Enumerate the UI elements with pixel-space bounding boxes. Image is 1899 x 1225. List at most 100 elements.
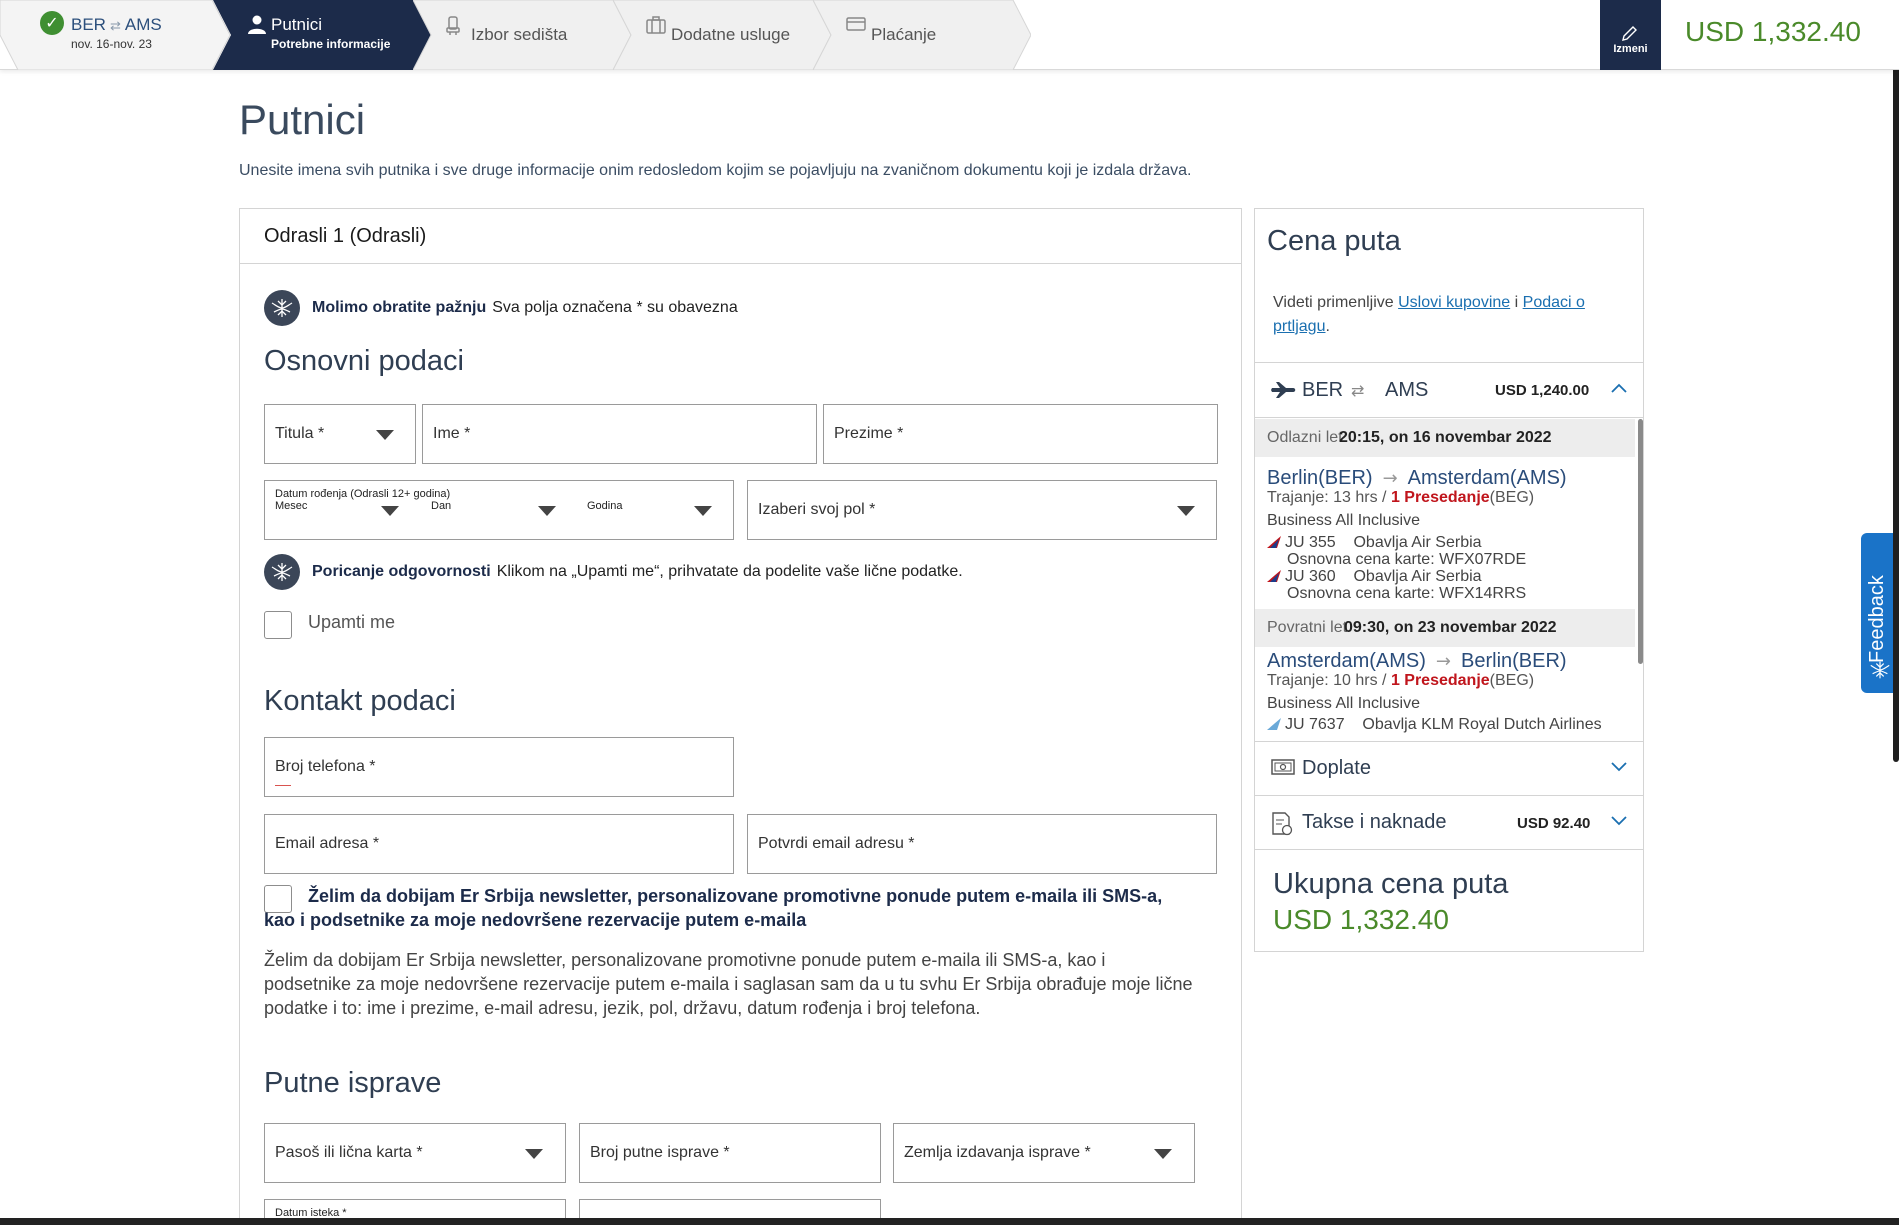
page-title: Putnici xyxy=(239,96,366,143)
remember-me-checkbox[interactable] xyxy=(264,611,292,639)
flight-legs-list[interactable]: Odlazni let 20:15, on 16 novembar 2022 B… xyxy=(1255,419,1635,749)
chevron-up-icon xyxy=(1611,383,1627,393)
feedback-label: Feedback xyxy=(1866,575,1888,663)
price-summary-title: Cena puta xyxy=(1267,225,1401,257)
email-field[interactable]: Email adresa * xyxy=(264,814,734,874)
route-price: USD 1,240.00 xyxy=(1495,382,1590,399)
chevron-down-icon xyxy=(1177,506,1195,516)
step-passengers-active[interactable]: Putnici Potrebne informacije xyxy=(213,0,431,70)
required-fields-notice: Molimo obratite pažnju Sva polja označena… xyxy=(264,290,738,326)
total-price-box: Ukupna cena puta USD 1,332.40 xyxy=(1255,849,1643,952)
document-number-field[interactable]: Broj putne isprave * xyxy=(579,1123,881,1183)
chevron-down-icon xyxy=(525,1149,543,1159)
outbound-duration: Trajanje: 13 hrs / 1 Presedanje(BEG) xyxy=(1267,489,1535,506)
fare-basis: Osnovna cena karte: WFX14RRS xyxy=(1287,585,1527,602)
inbound-route: Amsterdam(AMS) → Berlin(BER) xyxy=(1267,650,1567,672)
step-subtitle: Potrebne informacije xyxy=(271,37,391,51)
plane-icon xyxy=(1271,382,1296,398)
seat-icon xyxy=(446,16,460,35)
step-extra-services[interactable]: Dodatne usluge xyxy=(613,0,831,70)
passenger-form-card: Odrasli 1 (Odrasli) Molimo obratite pažn… xyxy=(239,208,1242,1225)
total-label: Ukupna cena puta xyxy=(1273,868,1509,900)
step-route: BER ⇄ AMS xyxy=(71,15,162,34)
air-serbia-emblem-icon xyxy=(1870,661,1890,679)
chevron-down-icon xyxy=(694,506,712,516)
completed-check-icon: ✓ xyxy=(40,11,64,35)
chevron-down-icon xyxy=(376,430,394,440)
confirm-email-field[interactable]: Potvrdi email adresu * xyxy=(747,814,1217,874)
chevron-down-icon xyxy=(381,506,399,516)
arrow-right-icon: → xyxy=(1435,651,1451,672)
outbound-cabin: Business All Inclusive xyxy=(1267,512,1420,529)
section-contact-info: Kontakt podaci xyxy=(264,685,456,717)
disclaimer-notice: Poricanje odgovornosti Klikom na „Upamti … xyxy=(264,554,963,590)
inbound-duration: Trajanje: 10 hrs / 1 Presedanje(BEG) xyxy=(1267,672,1535,689)
gender-select[interactable]: Izaberi svoj pol * xyxy=(747,480,1217,540)
taxes-amount: USD 92.40 xyxy=(1517,815,1591,832)
window-bottom-edge xyxy=(0,1218,1899,1225)
newsletter-consent-text: Želim da dobijam Er Srbija newsletter, p… xyxy=(264,950,1193,1018)
title-select[interactable]: Titula * xyxy=(264,404,416,464)
outbound-header: Odlazni let 20:15, on 16 novembar 2022 xyxy=(1255,419,1635,457)
booking-stepper: ✓ BER ⇄ AMS nov. 16-nov. 23 Putnici Potreb… xyxy=(0,0,1899,70)
banknote-icon xyxy=(1271,759,1295,775)
step-label: Dodatne usluge xyxy=(671,25,791,44)
step-search-summary[interactable]: ✓ BER ⇄ AMS nov. 16-nov. 23 xyxy=(0,0,230,70)
edit-label: Izmeni xyxy=(1613,43,1648,55)
chevron-down-icon xyxy=(1154,1149,1172,1159)
air-serbia-tail-icon xyxy=(1267,570,1281,582)
inbound-header: Povratni let 09:30, on 23 novembar 2022 xyxy=(1255,609,1635,647)
issuing-country-select[interactable]: Zemlja izdavanja isprave * xyxy=(893,1123,1195,1183)
page-scrollbar[interactable] xyxy=(1893,40,1899,762)
section-travel-documents: Putne isprave xyxy=(264,1067,442,1099)
step-label: Izbor sedišta xyxy=(471,25,568,44)
luggage-icon xyxy=(646,16,666,34)
purchase-terms-link[interactable]: Uslovi kupovine xyxy=(1398,294,1510,311)
surcharges-accordion[interactable]: Doplate xyxy=(1255,741,1643,795)
validation-underline xyxy=(275,785,291,786)
flight-item: JU 360 Obavlja Air Serbia xyxy=(1267,568,1482,586)
terms-text: Videti primenljive Uslovi kupovine i Pod… xyxy=(1273,294,1585,335)
outbound-route: Berlin(BER) → Amsterdam(AMS) xyxy=(1267,467,1567,489)
arrow-right-icon: → xyxy=(1382,468,1398,489)
date-of-birth-field[interactable]: Datum rođenja (Odrasli 12+ godina) Mesec… xyxy=(264,480,734,540)
credit-card-icon xyxy=(846,17,866,31)
air-serbia-emblem-icon xyxy=(264,290,300,326)
total-value: USD 1,332.40 xyxy=(1273,904,1449,935)
air-serbia-emblem-icon xyxy=(264,554,300,590)
phone-number-field[interactable]: Broj telefona * xyxy=(264,737,734,797)
edit-booking-button[interactable]: Izmeni xyxy=(1600,0,1661,70)
step-payment[interactable]: Plaćanje xyxy=(813,0,1031,70)
remember-me-label[interactable]: Upamti me xyxy=(308,612,395,633)
step-label: Plaćanje xyxy=(871,25,937,44)
section-basic-info: Osnovni podaci xyxy=(264,345,464,377)
passenger-card-title: Odrasli 1 (Odrasli) xyxy=(264,225,427,247)
receipt-icon xyxy=(1272,812,1293,836)
route-price-toggle[interactable]: BER ⇄ AMS USD 1,240.00 xyxy=(1255,363,1643,418)
flight-item: JU 7637 Obavlja KLM Royal Dutch Airlines xyxy=(1267,716,1602,734)
pencil-icon xyxy=(1622,26,1637,41)
document-type-select[interactable]: Pasoš ili lična karta * xyxy=(264,1123,566,1183)
chevron-down-icon xyxy=(1611,762,1627,772)
last-name-field[interactable]: Prezime * xyxy=(823,404,1218,464)
chevron-down-icon xyxy=(1611,816,1627,826)
step-seat-selection[interactable]: Izbor sedišta xyxy=(413,0,631,70)
step-shape xyxy=(213,0,431,70)
header-total-price: USD 1,332.40 xyxy=(1685,16,1861,47)
klm-tail-icon xyxy=(1267,718,1281,730)
taxes-fees-accordion[interactable]: Takse i naknade USD 92.40 xyxy=(1255,795,1643,849)
step-dates: nov. 16-nov. 23 xyxy=(71,37,152,51)
newsletter-label[interactable]: Želim da dobijam Er Srbija newsletter, p… xyxy=(264,884,1194,932)
price-summary-panel: Cena puta Videti primenljive Uslovi kupo… xyxy=(1254,208,1644,952)
user-icon xyxy=(248,15,266,34)
inbound-cabin: Business All Inclusive xyxy=(1267,695,1420,712)
passenger-card-header: Odrasli 1 (Odrasli) xyxy=(240,209,1241,264)
page-intro: Unesite imena svih putnika i sve druge i… xyxy=(239,162,1192,179)
legs-scrollbar[interactable] xyxy=(1638,419,1643,664)
fare-basis: Osnovna cena karte: WFX07RDE xyxy=(1287,551,1527,568)
air-serbia-tail-icon xyxy=(1267,536,1281,548)
step-shape xyxy=(0,0,230,70)
step-title: Putnici xyxy=(271,15,323,34)
chevron-down-icon xyxy=(538,506,556,516)
first-name-field[interactable]: Ime * xyxy=(422,404,817,464)
